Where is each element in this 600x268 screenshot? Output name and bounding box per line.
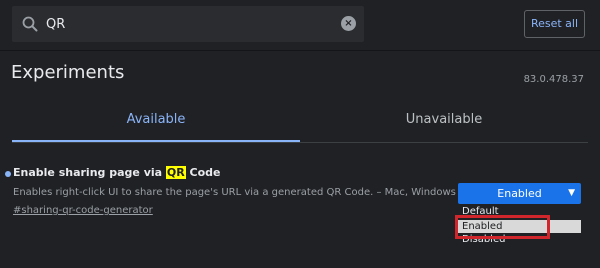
- close-icon[interactable]: ×: [341, 16, 356, 31]
- header-divider: [0, 50, 600, 51]
- tab-available[interactable]: Available: [12, 102, 300, 142]
- experiment-title-prefix: Enable sharing page via: [13, 166, 166, 179]
- new-indicator-dot: [5, 171, 11, 177]
- tab-bar: Available Unavailable: [12, 102, 588, 142]
- version-label: 83.0.478.37: [523, 74, 584, 85]
- experiment-title-suffix: Code: [185, 166, 221, 179]
- search-icon: [22, 16, 38, 32]
- search-box[interactable]: ×: [12, 6, 364, 42]
- reset-all-button[interactable]: Reset all: [524, 10, 585, 38]
- experiment-permalink[interactable]: #sharing-qr-code-generator: [13, 205, 153, 216]
- chevron-down-icon: ▼: [568, 188, 575, 198]
- option-default[interactable]: Default: [458, 205, 581, 219]
- experiment-description: Enables right-click UI to share the page…: [13, 187, 456, 198]
- experiment-state-select[interactable]: Enabled ▼: [458, 183, 581, 204]
- select-value: Enabled: [497, 187, 542, 200]
- tab-unavailable[interactable]: Unavailable: [300, 102, 588, 142]
- search-input[interactable]: [46, 14, 336, 34]
- option-enabled[interactable]: Enabled: [458, 220, 581, 233]
- option-disabled[interactable]: Disabled: [458, 233, 581, 247]
- tab-label-unavailable: Unavailable: [405, 112, 483, 127]
- search-match-highlight: QR: [165, 166, 186, 179]
- select-dropdown: Default Enabled Disabled: [458, 205, 581, 247]
- page-title: Experiments: [11, 62, 125, 83]
- tab-label-available: Available: [126, 112, 186, 127]
- experiment-title: Enable sharing page via QR Code: [13, 166, 221, 179]
- top-bar: × Reset all: [0, 0, 600, 50]
- tab-divider: [12, 142, 588, 143]
